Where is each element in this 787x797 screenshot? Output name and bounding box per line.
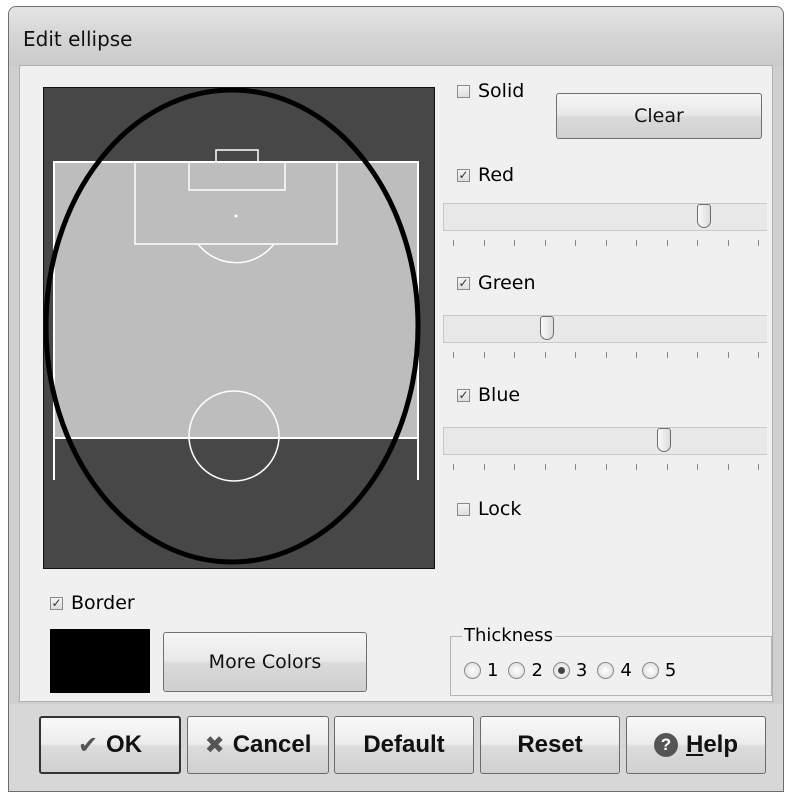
dialog-window: Edit ellipse Solid Clear ✓ Red ✓ Green ✓… — [8, 6, 784, 792]
blue-slider[interactable] — [443, 427, 767, 455]
thickness-option-label: 3 — [575, 660, 588, 681]
thickness-option-label: 1 — [487, 660, 499, 681]
thickness-option-label: 4 — [620, 660, 632, 681]
blue-checkbox[interactable]: ✓ Blue — [457, 384, 520, 406]
red-slider-thumb[interactable] — [697, 204, 711, 228]
window-title: Edit ellipse — [23, 27, 133, 51]
ok-button[interactable]: ✔ OK — [39, 716, 181, 774]
more-colors-button[interactable]: More Colors — [163, 632, 367, 692]
red-checkbox-box[interactable]: ✓ — [457, 168, 470, 182]
red-slider-ticks — [453, 240, 759, 250]
red-checkbox[interactable]: ✓ Red — [457, 164, 514, 186]
blue-label: Blue — [478, 384, 521, 406]
help-icon: ? — [653, 733, 678, 757]
checkmark-icon: ✔ — [77, 731, 99, 759]
green-checkbox-box[interactable]: ✓ — [457, 276, 470, 290]
thickness-option[interactable]: 2 — [508, 660, 543, 681]
ok-label: OK — [106, 731, 143, 758]
ellipse-preview — [43, 87, 435, 569]
lock-checkbox-box[interactable] — [457, 502, 470, 516]
thickness-option[interactable]: 4 — [597, 660, 632, 681]
green-checkbox[interactable]: ✓ Green — [457, 272, 536, 294]
reset-label: Reset — [517, 731, 583, 758]
border-label: Border — [71, 592, 135, 614]
thickness-option-label: 5 — [664, 660, 677, 681]
red-label: Red — [478, 164, 515, 186]
radio-button[interactable] — [508, 662, 526, 679]
green-slider-ticks — [453, 352, 759, 362]
radio-button[interactable] — [464, 662, 481, 679]
dialog-footer: ✔ OK ✖ Cancel Default Reset ? Help — [9, 704, 783, 791]
blue-slider-ticks — [453, 464, 759, 474]
lock-checkbox[interactable]: Lock — [457, 498, 521, 520]
x-icon: ✖ — [204, 731, 225, 759]
thickness-option-label: 2 — [531, 660, 543, 681]
radio-button[interactable] — [641, 662, 659, 679]
green-slider-thumb[interactable] — [540, 316, 554, 340]
border-checkbox[interactable]: ✓ Border — [50, 592, 135, 614]
cancel-button[interactable]: ✖ Cancel — [187, 716, 329, 774]
thickness-radio-group: 1 2 3 4 5 — [464, 660, 676, 681]
border-color-swatch[interactable] — [50, 629, 150, 693]
help-label: Help — [685, 731, 739, 758]
lock-label: Lock — [478, 498, 522, 520]
thickness-option[interactable]: 3 — [552, 660, 588, 681]
solid-label: Solid — [478, 80, 525, 102]
thickness-group: Thickness 1 2 3 4 5 — [450, 625, 772, 696]
red-slider[interactable] — [443, 203, 767, 231]
default-button[interactable]: Default — [334, 716, 474, 774]
blue-slider-thumb[interactable] — [657, 428, 671, 452]
blue-checkbox-box[interactable]: ✓ — [457, 388, 470, 402]
dialog-client-area: Solid Clear ✓ Red ✓ Green ✓ Blue Lock ✓ … — [19, 65, 773, 702]
thickness-label: Thickness — [462, 625, 555, 646]
radio-button[interactable] — [552, 662, 570, 679]
title-bar[interactable]: Edit ellipse — [9, 7, 783, 65]
clear-button[interactable]: Clear — [556, 93, 762, 139]
green-label: Green — [478, 272, 536, 294]
solid-checkbox-box[interactable] — [457, 84, 470, 98]
border-checkbox-box[interactable]: ✓ — [50, 596, 63, 610]
solid-checkbox[interactable]: Solid — [457, 80, 524, 102]
cancel-label: Cancel — [232, 731, 312, 758]
default-label: Default — [363, 731, 445, 758]
more-colors-label: More Colors — [208, 651, 322, 673]
radio-button[interactable] — [597, 662, 615, 679]
help-button[interactable]: ? Help — [626, 716, 766, 774]
reset-button[interactable]: Reset — [480, 716, 620, 774]
green-slider[interactable] — [443, 315, 767, 343]
soccer-field-preview — [44, 88, 434, 568]
clear-button-label: Clear — [634, 105, 684, 127]
thickness-option[interactable]: 1 — [464, 660, 498, 681]
thickness-option[interactable]: 5 — [641, 660, 677, 681]
